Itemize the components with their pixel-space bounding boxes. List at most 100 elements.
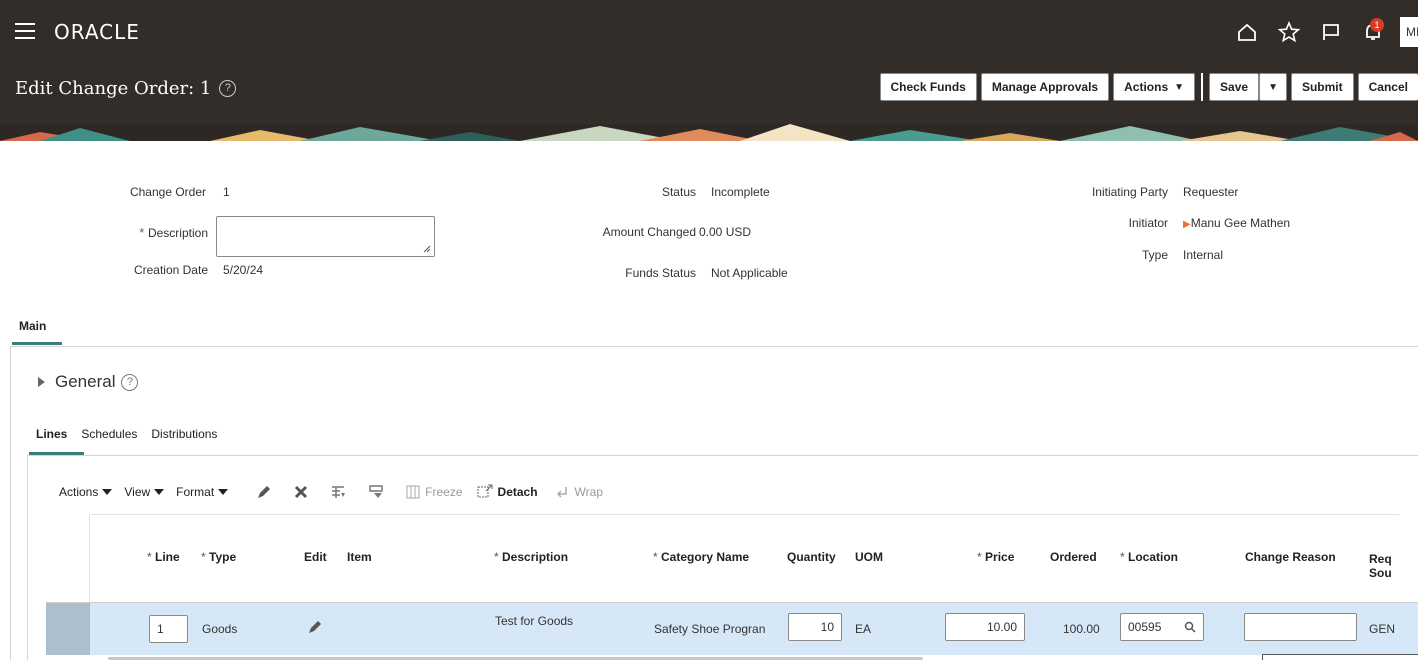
required-asterisk: * — [494, 550, 503, 564]
tooltip-popup — [1262, 654, 1418, 660]
change-reason-input[interactable] — [1244, 613, 1357, 641]
initiator-name: Manu Gee Mathen — [1190, 216, 1291, 230]
col-header-type[interactable]: * Type — [201, 550, 236, 564]
col-header-price-text: Price — [985, 550, 1015, 564]
col-header-ordered[interactable]: Ordered — [1050, 550, 1097, 564]
cancel-button[interactable]: Cancel — [1357, 73, 1418, 101]
col-header-line[interactable]: * Line — [147, 550, 180, 564]
col-header-category-name[interactable]: * Category Name — [653, 550, 749, 564]
detach-button[interactable]: Detach — [477, 484, 538, 500]
tab-divider — [10, 346, 1418, 347]
general-section-toggle[interactable]: General ? — [38, 372, 139, 392]
subtab-content-border — [27, 455, 28, 660]
requisition-source-value: GEN — [1369, 622, 1396, 636]
notifications-bell-icon[interactable]: 1 — [1352, 14, 1394, 50]
user-avatar[interactable]: MI — [1400, 17, 1418, 47]
manage-approvals-button[interactable]: Manage Approvals — [980, 73, 1110, 101]
delete-x-icon[interactable] — [294, 485, 308, 499]
description-label-text: Description — [147, 226, 208, 240]
tab-main-indicator — [12, 342, 62, 345]
required-asterisk: * — [1120, 550, 1129, 564]
description-textarea[interactable] — [216, 216, 435, 257]
col-header-location[interactable]: * Location — [1120, 550, 1178, 564]
amount-changed-value: 0.00 USD — [699, 225, 752, 239]
line-number-input[interactable]: 1 — [149, 615, 188, 643]
quantity-input[interactable]: 10 — [788, 613, 842, 641]
actions-menu-label: Actions — [1124, 80, 1169, 94]
wrap-label: Wrap — [574, 485, 603, 499]
help-icon[interactable]: ? — [121, 373, 139, 391]
page-action-buttons: Check Funds Manage Approvals Actions ▼ S… — [876, 73, 1418, 101]
required-asterisk: * — [977, 550, 986, 564]
required-asterisk: * — [653, 550, 662, 564]
actions-menu-button[interactable]: Actions ▼ — [1113, 73, 1196, 101]
uom-value: EA — [855, 622, 872, 636]
required-asterisk: * — [201, 550, 210, 564]
row-selector[interactable] — [46, 603, 90, 655]
freeze-button[interactable]: Freeze — [406, 485, 463, 499]
initiating-party-label: Initiating Party — [1091, 185, 1168, 199]
toolbar-format-menu[interactable]: Format — [176, 485, 229, 499]
funds-status-label: Funds Status — [625, 266, 696, 280]
favorites-star-icon[interactable] — [1268, 14, 1310, 50]
save-split-button: Save ▼ — [1209, 73, 1287, 101]
initiator-value[interactable]: ▶Manu Gee Mathen — [1183, 216, 1290, 230]
col-header-item[interactable]: Item — [347, 550, 372, 564]
subtab-lines[interactable]: Lines — [36, 427, 67, 441]
col-header-location-text: Location — [1128, 550, 1179, 564]
col-header-requisition-source[interactable]: Req Sou — [1369, 552, 1392, 580]
col-header-line-text: Line — [155, 550, 180, 564]
tab-main[interactable]: Main — [19, 319, 46, 333]
wrap-button[interactable]: Wrap — [556, 485, 603, 499]
search-icon[interactable] — [1184, 621, 1196, 633]
save-options-chevron-icon[interactable]: ▼ — [1259, 73, 1287, 101]
col-header-change-reason[interactable]: Change Reason — [1245, 550, 1336, 564]
row-header-column — [46, 514, 90, 602]
resize-handle-icon[interactable] — [423, 245, 431, 253]
subtab-divider — [27, 455, 1418, 456]
col-header-description[interactable]: * Description — [494, 550, 568, 564]
initiating-party-value: Requester — [1183, 185, 1239, 199]
subtab-schedules[interactable]: Schedules — [81, 427, 137, 441]
col-header-quantity[interactable]: Quantity — [787, 550, 836, 564]
tab-content-border — [10, 346, 11, 660]
check-funds-button[interactable]: Check Funds — [879, 73, 977, 101]
price-input[interactable]: 10.00 — [945, 613, 1025, 641]
edit-pencil-icon[interactable] — [256, 484, 272, 500]
col-header-req-line1: Req — [1369, 552, 1392, 566]
initiator-label: Initiator — [1128, 216, 1168, 230]
type-label: Type — [1141, 248, 1168, 262]
chevron-down-icon — [154, 489, 165, 495]
watchlist-flag-icon[interactable] — [1310, 14, 1352, 50]
location-input[interactable]: 00595 — [1120, 613, 1204, 641]
home-icon[interactable] — [1226, 14, 1268, 50]
required-asterisk: * — [147, 550, 156, 564]
status-value: Incomplete — [711, 185, 770, 199]
oracle-logo[interactable]: ORACLE — [54, 20, 140, 44]
wrap-icon — [556, 487, 567, 498]
save-button[interactable]: Save — [1209, 73, 1260, 101]
chevron-down-icon: ▼ — [1174, 81, 1185, 93]
freeze-icon — [406, 485, 420, 499]
col-header-uom[interactable]: UOM — [855, 550, 883, 564]
col-header-category-name-text: Category Name — [661, 550, 750, 564]
toolbar-view-menu[interactable]: View — [124, 485, 165, 499]
lines-subtabs: Lines Schedules Distributions — [36, 427, 217, 441]
line-type-value: Goods — [202, 622, 238, 636]
col-header-price[interactable]: * Price — [977, 550, 1014, 564]
submit-button[interactable]: Submit — [1290, 73, 1354, 101]
col-header-edit[interactable]: Edit — [304, 550, 327, 564]
amount-changed-label: Amount Changed — [602, 225, 696, 239]
hamburger-menu-icon[interactable] — [15, 23, 35, 39]
filter-table-icon[interactable] — [368, 484, 384, 500]
col-header-type-text: Type — [209, 550, 237, 564]
table-top-border — [91, 514, 1399, 515]
ordered-value: 100.00 — [1063, 622, 1100, 636]
freeze-label: Freeze — [425, 485, 463, 499]
toolbar-actions-menu[interactable]: Actions — [59, 485, 113, 499]
query-by-example-icon[interactable] — [330, 484, 346, 500]
location-value: 00595 — [1128, 620, 1162, 634]
help-icon[interactable]: ? — [219, 80, 237, 97]
edit-line-pencil-icon[interactable] — [307, 619, 323, 638]
subtab-distributions[interactable]: Distributions — [151, 427, 217, 441]
